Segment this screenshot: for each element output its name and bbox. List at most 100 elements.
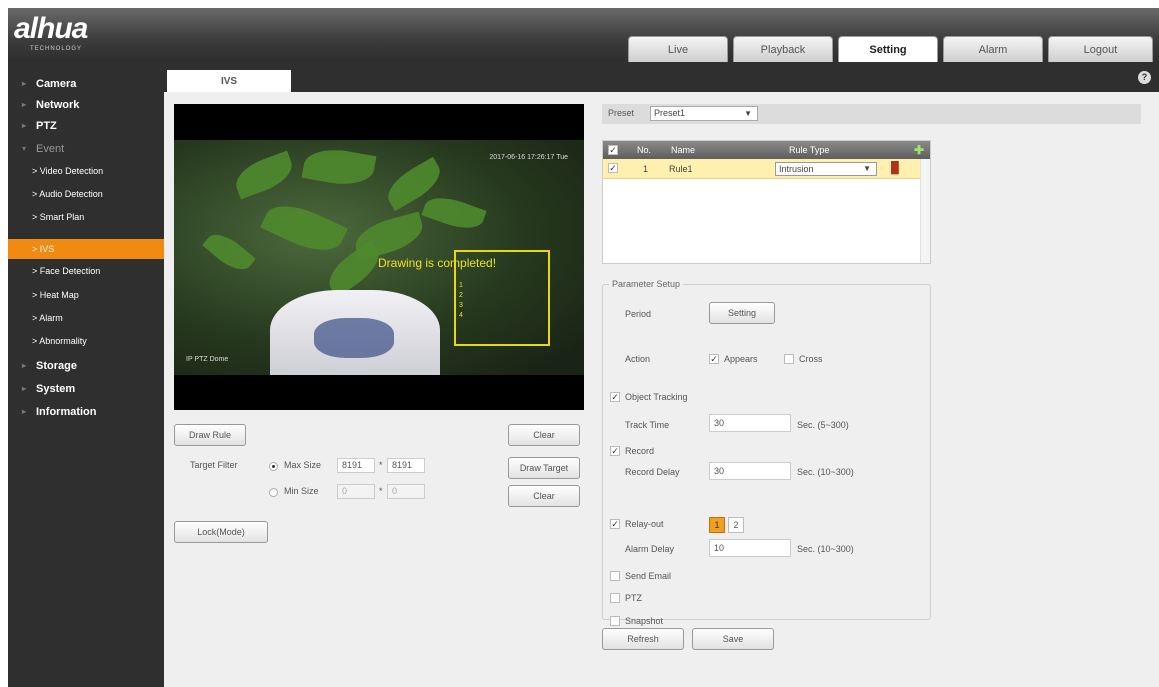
- sidebar: ▸ Camera ▸ Network ▸ PTZ ▾ Event > Video Det…: [8, 62, 164, 687]
- alarm-delay-input[interactable]: 10: [709, 539, 791, 557]
- drawing-status-text: Drawing is completed!: [378, 256, 497, 270]
- plant-leaf: [230, 150, 298, 200]
- nav-live[interactable]: Live: [628, 36, 728, 62]
- sidebar-item-alarm[interactable]: > Alarm: [8, 308, 164, 328]
- max-height-input[interactable]: 8191: [387, 458, 425, 473]
- preset-label: Preset: [608, 108, 635, 118]
- sidebar-item-label: Storage: [36, 360, 77, 372]
- relay-out-checkbox[interactable]: ✓: [610, 519, 620, 529]
- snapshot-checkbox[interactable]: [610, 616, 620, 626]
- track-time-label: Track Time: [625, 420, 670, 430]
- min-height-input[interactable]: 0: [387, 484, 425, 499]
- sidebar-item-label: System: [36, 383, 76, 395]
- sidebar-item-ivs[interactable]: > IVS: [8, 239, 164, 259]
- sidebar-item-label: Information: [36, 406, 97, 418]
- track-time-range: Sec. (5~300): [797, 420, 849, 430]
- times-sign: *: [379, 460, 383, 470]
- select-all-checkbox[interactable]: ✓: [608, 145, 618, 155]
- sidebar-item-heat-map[interactable]: > Heat Map: [8, 285, 164, 305]
- sidebar-item-label: Event: [36, 143, 65, 155]
- help-icon[interactable]: ?: [1138, 71, 1151, 84]
- chevron-right-icon: ▸: [22, 100, 27, 109]
- period-label: Period: [625, 309, 652, 319]
- rule-type-select[interactable]: Intrusion ▼: [775, 162, 877, 176]
- preset-select[interactable]: Preset1 ▼: [650, 106, 758, 121]
- min-size-radio[interactable]: [269, 488, 278, 497]
- min-width-input[interactable]: 0: [337, 484, 375, 499]
- draw-target-button[interactable]: Draw Target: [508, 457, 580, 479]
- max-width-input[interactable]: 8191: [337, 458, 375, 473]
- chevron-right-icon: ▸: [22, 361, 27, 370]
- alarm-delay-label: Alarm Delay: [625, 544, 675, 554]
- row-name: Rule1: [669, 164, 693, 174]
- draw-rule-button[interactable]: Draw Rule: [174, 424, 246, 446]
- record-checkbox[interactable]: ✓: [610, 446, 620, 456]
- action-label: Action: [625, 354, 651, 364]
- record-delay-input[interactable]: 30: [709, 462, 791, 480]
- add-rule-icon[interactable]: ✚: [914, 143, 924, 157]
- pot-pattern: [314, 318, 394, 358]
- tab-strip: IVS ?: [164, 62, 1159, 96]
- object-tracking-checkbox[interactable]: ✓: [610, 392, 620, 402]
- send-email-checkbox[interactable]: [610, 571, 620, 581]
- object-tracking-label: Object Tracking: [625, 392, 688, 402]
- period-setting-button[interactable]: Setting: [709, 302, 775, 324]
- table-scrollbar[interactable]: [920, 159, 930, 263]
- sidebar-item-audio-detection[interactable]: > Audio Detection: [8, 184, 164, 204]
- sidebar-item-camera[interactable]: ▸ Camera: [8, 74, 164, 94]
- clear-rule-button[interactable]: Clear: [508, 424, 580, 446]
- preset-select-value: Preset1: [654, 108, 686, 118]
- nav-setting[interactable]: Setting: [838, 36, 938, 62]
- chevron-down-icon: ▼: [744, 109, 752, 118]
- row-checkbox[interactable]: ✓: [608, 163, 618, 173]
- osd-timestamp: 2017-06-16 17:26:17 Tue: [489, 154, 568, 161]
- max-size-label: Max Size: [284, 460, 322, 470]
- appears-checkbox[interactable]: ✓: [709, 354, 719, 364]
- sidebar-item-ptz[interactable]: ▸ PTZ: [8, 116, 164, 136]
- sidebar-item-information[interactable]: ▸ Information: [8, 402, 164, 422]
- clear-target-button[interactable]: Clear: [508, 485, 580, 507]
- nav-playback[interactable]: Playback: [733, 36, 833, 62]
- sidebar-item-video-detection[interactable]: > Video Detection: [8, 161, 164, 181]
- brand-logo: alhua: [14, 12, 88, 45]
- sidebar-item-event[interactable]: ▾ Event: [8, 139, 164, 159]
- save-button[interactable]: Save: [692, 628, 774, 650]
- chevron-right-icon: ▸: [22, 79, 27, 88]
- sidebar-item-network[interactable]: ▸ Network: [8, 95, 164, 115]
- osd-channel-name: IP PTZ Dome: [186, 356, 229, 363]
- row-no: 1: [643, 164, 649, 174]
- track-time-input[interactable]: 30: [709, 414, 791, 432]
- ptz-checkbox[interactable]: [610, 593, 620, 603]
- chevron-down-icon: ▼: [863, 164, 871, 173]
- plant-leaf: [421, 190, 487, 236]
- chevron-right-icon: ▸: [22, 384, 27, 393]
- sidebar-item-face-detection[interactable]: > Face Detection: [8, 261, 164, 281]
- nav-logout[interactable]: Logout: [1048, 36, 1153, 62]
- refresh-button[interactable]: Refresh: [602, 628, 684, 650]
- table-row[interactable]: ✓ 1 Rule1 Intrusion ▼ █: [603, 159, 930, 179]
- header-bar: alhua TECHNOLOGY Live Playback Setting A…: [8, 8, 1159, 62]
- delete-icon[interactable]: █: [891, 162, 899, 174]
- parameter-setup-legend: Parameter Setup: [609, 279, 684, 289]
- col-rule-type: Rule Type: [789, 145, 830, 155]
- rule-point-label: 2: [459, 292, 463, 299]
- cross-checkbox[interactable]: [784, 354, 794, 364]
- nav-alarm[interactable]: Alarm: [943, 36, 1043, 62]
- sidebar-item-abnormality[interactable]: > Abnormality: [8, 331, 164, 351]
- target-filter-label: Target Filter: [190, 460, 238, 470]
- col-name: Name: [671, 145, 696, 155]
- sidebar-item-system[interactable]: ▸ System: [8, 379, 164, 399]
- lock-mode-button[interactable]: Lock(Mode): [174, 521, 268, 543]
- sidebar-item-storage[interactable]: ▸ Storage: [8, 356, 164, 376]
- sidebar-item-smart-plan[interactable]: > Smart Plan: [8, 207, 164, 227]
- sidebar-item-label: Camera: [36, 78, 77, 90]
- ptz-label: PTZ: [625, 593, 642, 603]
- video-preview[interactable]: 2017-06-16 17:26:17 Tue IP PTZ Dome Draw…: [174, 104, 584, 410]
- plant-leaf: [301, 144, 377, 190]
- snapshot-label: Snapshot: [625, 616, 664, 626]
- record-delay-range: Sec. (10~300): [797, 467, 854, 477]
- max-size-radio[interactable]: [269, 462, 278, 471]
- relay-channel-1[interactable]: 1: [709, 517, 725, 533]
- record-delay-label: Record Delay: [625, 467, 680, 477]
- relay-channel-2[interactable]: 2: [728, 517, 744, 533]
